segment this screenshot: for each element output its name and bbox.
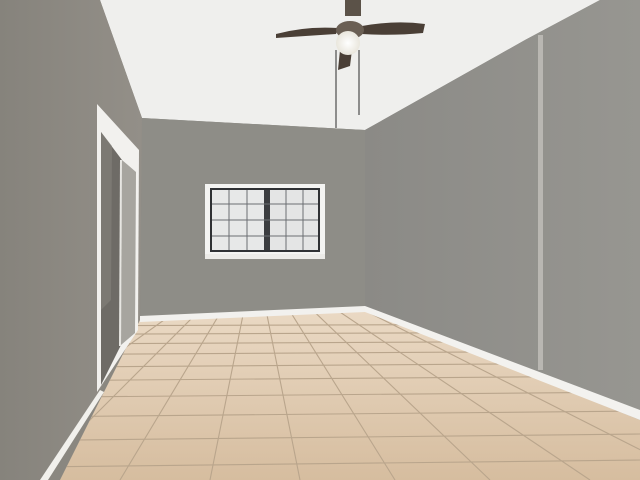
wall-conduit: [538, 35, 543, 370]
room-scene: [0, 0, 640, 480]
window: [205, 184, 325, 259]
